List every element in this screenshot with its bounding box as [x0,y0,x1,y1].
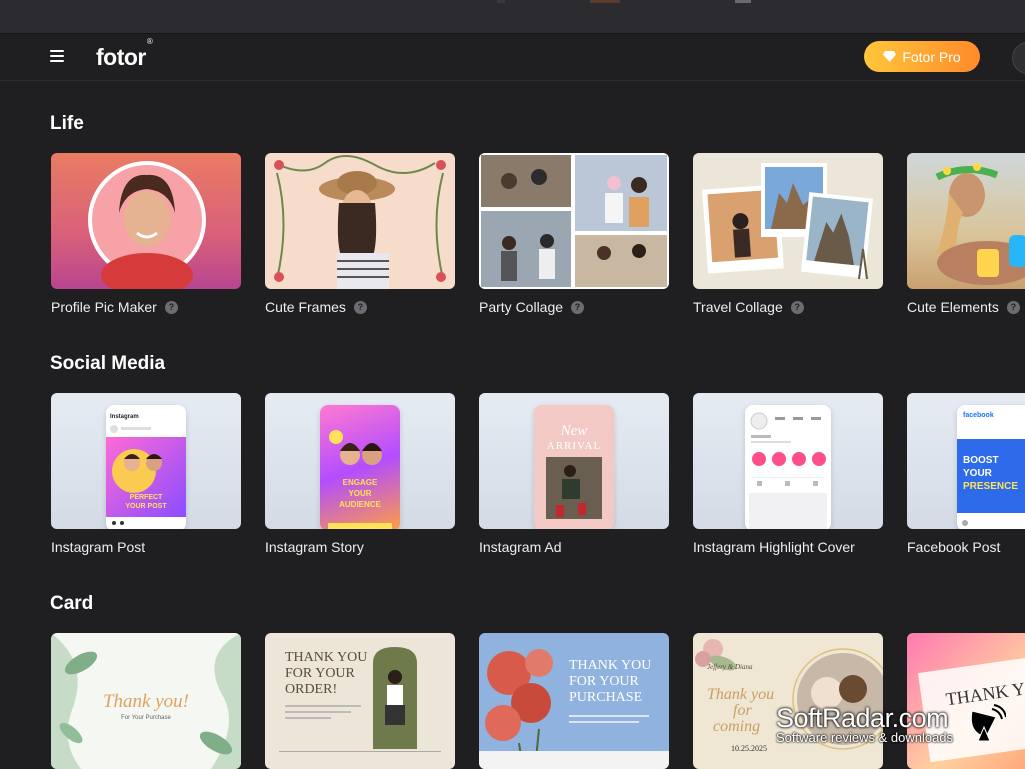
help-icon[interactable]: ? [571,300,585,314]
card-label: Cute Elements? [907,299,1025,315]
help-icon[interactable]: ? [353,300,367,314]
card-thumbnail: THANK YOU FOR YOUR PURCHASE [479,633,669,769]
thumb-text: New ARRIVAL [547,423,601,452]
card-thumbnail: ENGAGE YOUR AUDIENCE [265,393,455,529]
card-thumbnail [51,153,241,289]
titlebar-indicator [590,0,620,3]
card-thumbnail [907,153,1025,289]
template-card-instagram-post[interactable]: Instagram PERFECT YOUR POST Instagram Pos… [51,393,241,555]
card-thumbnail: facebook BOOST YOUR PRESENCE [907,393,1025,529]
thumb-subtext: Jeffery & Diana [707,663,753,671]
template-card-facebook-post[interactable]: facebook BOOST YOUR PRESENCE Facebook Post [907,393,1025,555]
svg-text:facebook: facebook [963,412,994,419]
section-title-life: Life [50,113,84,134]
card-label: Facebook Post [907,539,1001,555]
section-title-social-media: Social Media [50,353,166,374]
thumb-subtext: For Your Purchase [121,715,171,721]
thumb-text: Thank you! [103,691,189,712]
help-icon[interactable]: ? [1006,300,1020,314]
thumb-text: THANK YOU FOR YOUR PURCHASE [569,658,651,705]
window-titlebar [0,0,1025,34]
card-label: Travel Collage? [693,299,883,315]
satellite-dish-icon [970,704,1006,742]
card-thumbnail [265,153,455,289]
help-icon[interactable]: ? [790,300,804,314]
thumb-text: Thank you for coming [707,686,774,735]
diamond-icon [883,51,897,62]
card-label: Instagram Highlight Cover [693,539,855,555]
template-card-thank-you[interactable]: Thank you! For Your Purchase [51,633,241,769]
template-card-travel-collage[interactable]: Travel Collage? [693,153,883,315]
card-label: Cute Frames? [265,299,455,315]
card-label: Instagram Story [265,539,364,555]
card-label: Party Collage? [479,299,669,315]
thumb-date: 10.25.2025 [731,744,767,753]
template-card-profile-pic-maker[interactable]: Profile Pic Maker? [51,153,241,315]
card-thumbnail [693,153,883,289]
template-card-instagram-highlight-cover[interactable]: Instagram Highlight Cover [693,393,883,555]
card-thumbnail: THANK YOU FOR YOUR ORDER! [265,633,455,769]
card-label: Profile Pic Maker? [51,299,241,315]
fotor-logo[interactable]: fotor® [96,37,153,71]
fotor-pro-button[interactable]: Fotor Pro [864,41,980,72]
titlebar-indicator [497,0,505,3]
template-card-cute-elements[interactable]: Cute Elements? [907,153,1025,315]
template-card-thank-you-purchase[interactable]: THANK YOU FOR YOUR PURCHASE [479,633,669,769]
card-thumbnail: Instagram PERFECT YOUR POST [51,393,241,529]
help-icon[interactable]: ? [164,300,178,314]
card-thumbnail [479,153,669,289]
section-title-card: Card [50,593,94,614]
template-card-party-collage[interactable]: Party Collage? [479,153,669,315]
softradar-watermark: SoftRadar.com Software reviews & downloa… [776,703,1025,769]
card-label: Instagram Post [51,539,146,555]
thumb-text: THANK YOU FOR YOUR ORDER! [285,650,367,697]
card-thumbnail [693,393,883,529]
card-thumbnail: Thank you! For Your Purchase [51,633,241,769]
avatar[interactable] [1012,42,1025,74]
menu-icon[interactable] [50,50,64,62]
template-card-instagram-ad[interactable]: New ARRIVAL Instagram Ad [479,393,669,555]
template-card-instagram-story[interactable]: ENGAGE YOUR AUDIENCE Instagram Story [265,393,455,555]
card-label: Instagram Ad [479,539,562,555]
svg-text:Instagram: Instagram [110,414,139,420]
thumb-text: ENGAGE YOUR AUDIENCE [339,478,381,509]
template-card-cute-frames[interactable]: Cute Frames? [265,153,455,315]
template-card-thank-you-order[interactable]: THANK YOU FOR YOUR ORDER! [265,633,455,769]
app-header: fotor® Fotor Pro [0,34,1025,81]
card-thumbnail: New ARRIVAL [479,393,669,529]
titlebar-indicator [735,0,751,3]
